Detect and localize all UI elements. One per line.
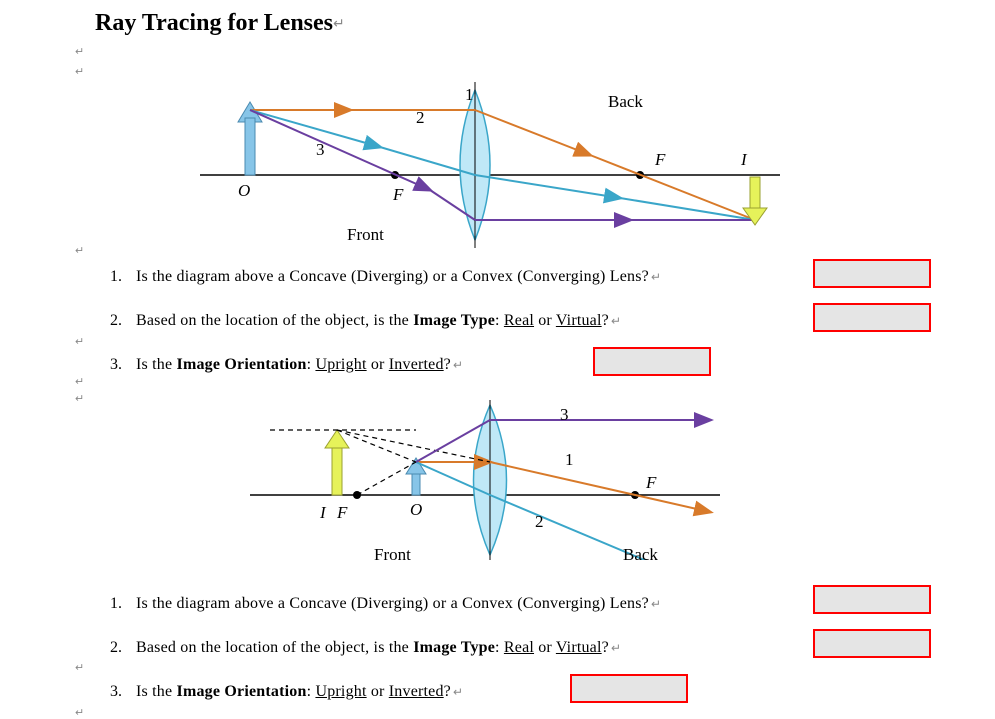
question-2-1: 1. Is the diagram above a Concave (Diver…	[110, 595, 661, 613]
label-front: Front	[347, 225, 384, 245]
newline-marker: ↵	[611, 641, 621, 655]
question-1-1: 1. Is the diagram above a Concave (Diver…	[110, 268, 661, 286]
ray-label-2: 2	[535, 512, 544, 532]
label-O: O	[238, 181, 250, 201]
newline-marker: ↵	[611, 314, 621, 328]
ray-label-3: 3	[560, 405, 569, 425]
para-marker: ↵	[75, 45, 84, 58]
newline-marker: ↵	[453, 358, 463, 372]
question-1-2: 2. Based on the location of the object, …	[110, 312, 621, 330]
q-text: Is the Image Orientation: Upright or Inv…	[136, 683, 451, 700]
lens-diagram-1	[200, 80, 780, 250]
para-marker: ↵	[75, 706, 84, 719]
ray-label-3: 3	[316, 140, 325, 160]
newline-marker: ↵	[651, 597, 661, 611]
q-num: 2.	[110, 312, 132, 330]
q-num: 3.	[110, 683, 132, 701]
label-O: O	[410, 500, 422, 520]
newline-marker: ↵	[651, 270, 661, 284]
answer-box-2-2[interactable]	[813, 629, 931, 658]
title-text: Ray Tracing for Lenses	[95, 10, 333, 36]
q-num: 2.	[110, 639, 132, 657]
label-back: Back	[623, 545, 658, 565]
ray-label-1: 1	[465, 85, 474, 105]
newline-marker: ↵	[453, 685, 463, 699]
para-marker: ↵	[75, 335, 84, 348]
para-marker: ↵	[75, 65, 84, 78]
answer-box-1-3[interactable]	[593, 347, 711, 376]
answer-box-1-1[interactable]	[813, 259, 931, 288]
q-text: Based on the location of the object, is …	[136, 312, 609, 329]
label-F-back: F	[655, 150, 665, 170]
question-1-3: 3. Is the Image Orientation: Upright or …	[110, 356, 463, 374]
label-I: I	[741, 150, 747, 170]
q-text: Based on the location of the object, is …	[136, 639, 609, 656]
q-text: Is the diagram above a Concave (Divergin…	[136, 595, 649, 612]
para-marker: ↵	[75, 244, 84, 257]
label-front: Front	[374, 545, 411, 565]
answer-box-2-3[interactable]	[570, 674, 688, 703]
page-title: Ray Tracing for Lenses↵	[95, 10, 345, 37]
answer-box-2-1[interactable]	[813, 585, 931, 614]
newline-marker: ↵	[333, 17, 345, 32]
para-marker: ↵	[75, 392, 84, 405]
q-num: 3.	[110, 356, 132, 374]
ray-label-1: 1	[565, 450, 574, 470]
q-text: Is the diagram above a Concave (Divergin…	[136, 268, 649, 285]
question-2-2: 2. Based on the location of the object, …	[110, 639, 621, 657]
label-I: I	[320, 503, 326, 523]
label-back: Back	[608, 92, 643, 112]
question-2-3: 3. Is the Image Orientation: Upright or …	[110, 683, 463, 701]
para-marker: ↵	[75, 661, 84, 674]
label-F-back: F	[646, 473, 656, 493]
label-F-front: F	[393, 185, 403, 205]
q-num: 1.	[110, 268, 132, 286]
ray-label-2: 2	[416, 108, 425, 128]
para-marker: ↵	[75, 375, 84, 388]
q-text: Is the Image Orientation: Upright or Inv…	[136, 356, 451, 373]
q-num: 1.	[110, 595, 132, 613]
answer-box-1-2[interactable]	[813, 303, 931, 332]
label-F-front: F	[337, 503, 347, 523]
